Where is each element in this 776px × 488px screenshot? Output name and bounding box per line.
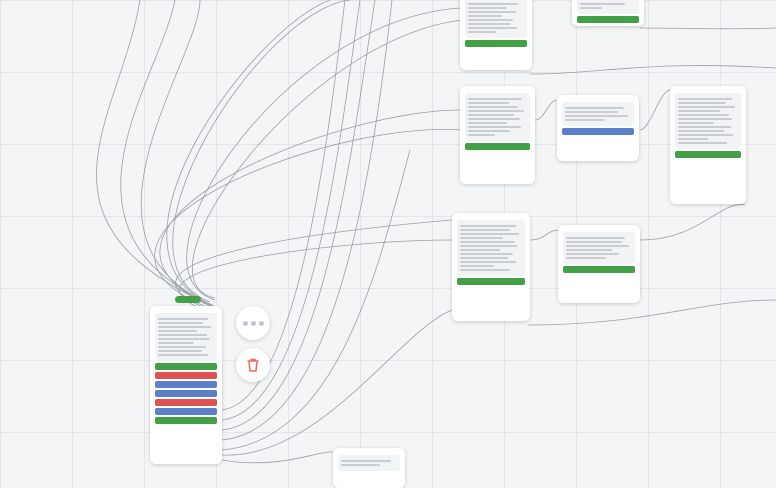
node-button[interactable]: [155, 363, 217, 370]
connection-edge: [221, 451, 334, 464]
connection-edge: [221, 149, 411, 451]
node-message: [562, 102, 634, 126]
connection-edge: [192, 19, 463, 299]
node-message: [465, 0, 527, 38]
connection-edge: [529, 229, 559, 241]
node-button[interactable]: [155, 399, 217, 406]
connections-layer: [96, 0, 776, 464]
connection-edge: [529, 65, 776, 75]
flow-node[interactable]: [670, 86, 746, 204]
connection-edge: [186, 7, 461, 301]
flow-node-start[interactable]: [150, 306, 222, 464]
trash-icon: [247, 358, 259, 372]
node-message: [155, 313, 217, 361]
connection-edge: [175, 219, 453, 313]
node-button[interactable]: [155, 408, 217, 415]
node-message: [465, 93, 530, 141]
connection-edge: [154, 129, 463, 311]
connection-edge: [639, 27, 776, 30]
flow-node[interactable]: [452, 213, 530, 321]
start-badge: [175, 296, 201, 303]
node-button[interactable]: [155, 372, 217, 379]
connection-edge: [527, 299, 776, 326]
flow-node[interactable]: [333, 448, 405, 488]
flow-node[interactable]: [460, 0, 532, 70]
connection-edge: [534, 99, 558, 121]
connection-edge: [179, 239, 453, 315]
more-options-button[interactable]: [236, 306, 270, 340]
node-message: [675, 93, 741, 149]
node-button[interactable]: [563, 266, 635, 273]
connection-edge: [140, 0, 213, 306]
node-button[interactable]: [155, 381, 217, 388]
node-message: [563, 232, 635, 264]
node-button[interactable]: [155, 417, 217, 424]
node-button[interactable]: [155, 390, 217, 397]
connection-edge: [166, 0, 331, 305]
delete-button[interactable]: [236, 348, 270, 382]
node-button[interactable]: [562, 128, 634, 135]
node-message: [338, 455, 400, 471]
more-icon: [242, 320, 248, 326]
node-button[interactable]: [577, 16, 639, 23]
node-message: [457, 220, 525, 276]
node-message: [577, 0, 639, 14]
flow-node[interactable]: [557, 95, 639, 161]
flow-node[interactable]: [558, 225, 640, 303]
node-button[interactable]: [457, 278, 525, 285]
flow-node[interactable]: [572, 0, 644, 26]
node-button[interactable]: [465, 143, 530, 150]
connection-edge: [639, 204, 746, 241]
node-button[interactable]: [465, 40, 527, 47]
connection-edge: [120, 0, 215, 307]
connection-edge: [639, 89, 671, 131]
flow-node[interactable]: [460, 86, 535, 184]
node-button[interactable]: [675, 151, 741, 158]
connection-edge: [221, 0, 346, 411]
